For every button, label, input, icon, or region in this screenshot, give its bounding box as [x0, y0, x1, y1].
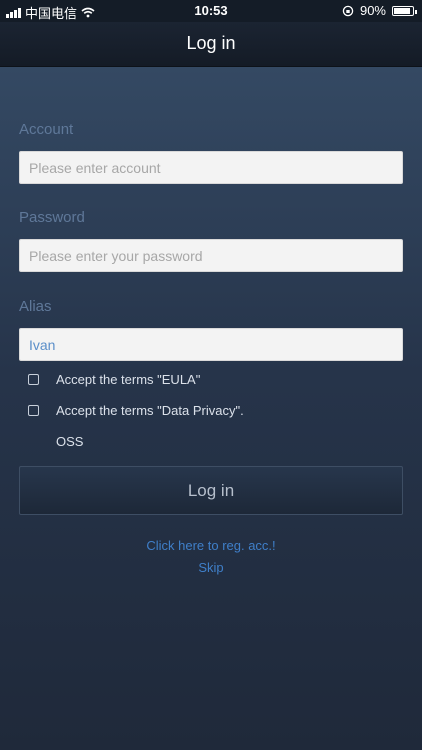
status-right: 90%	[342, 3, 417, 18]
alias-input[interactable]	[19, 328, 403, 361]
password-input[interactable]	[19, 239, 403, 272]
orientation-lock-icon	[342, 5, 354, 16]
nav-bar: Log in	[0, 22, 422, 67]
login-button[interactable]: Log in	[19, 466, 403, 515]
privacy-checkbox[interactable]	[28, 405, 39, 416]
skip-link[interactable]: Skip	[0, 560, 422, 575]
status-bar: 中国电信 10:53 90%	[0, 0, 422, 22]
page-title: Log in	[186, 33, 236, 53]
battery-fill	[394, 7, 411, 14]
register-link[interactable]: Click here to reg. acc.!	[0, 538, 422, 553]
privacy-label[interactable]: Accept the terms "Data Privacy".	[56, 403, 244, 418]
password-label: Password	[19, 209, 85, 226]
account-input[interactable]	[19, 151, 403, 184]
alias-label: Alias	[19, 298, 52, 315]
eula-checkbox[interactable]	[28, 374, 39, 385]
oss-link[interactable]: OSS	[56, 434, 83, 449]
account-label: Account	[19, 121, 74, 138]
eula-label[interactable]: Accept the terms "EULA"	[56, 372, 200, 387]
login-form: Account Password Alias Accept the terms …	[0, 67, 422, 750]
battery-icon	[392, 5, 417, 16]
battery-percent: 90%	[359, 3, 386, 18]
